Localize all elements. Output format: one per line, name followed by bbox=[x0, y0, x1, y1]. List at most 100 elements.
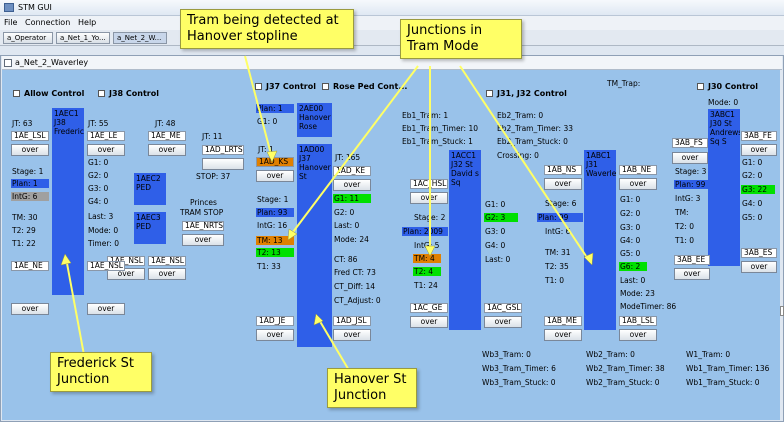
menu-connection[interactable]: Connection bbox=[25, 18, 70, 27]
j32-junction-block[interactable]: 1ACC1 J32 St David s Sq bbox=[449, 150, 481, 330]
j31-wb2-stuck: Wb2_Tram_Stuck: 0 bbox=[586, 378, 660, 387]
j32-ge-over-button[interactable]: over bbox=[410, 316, 448, 328]
j32-wb3-stuck: Wb3_Tram_Stuck: 0 bbox=[482, 378, 556, 387]
j38-jt2: JT: 55 bbox=[88, 119, 109, 128]
j38-jt3: JT: 48 bbox=[155, 119, 176, 128]
j38-tm: TM: 30 bbox=[12, 213, 38, 222]
j38-t2: T2: 29 bbox=[12, 226, 36, 235]
j31-mode: Mode: 23 bbox=[620, 289, 655, 298]
j37-jt1: JT: 1 bbox=[258, 145, 274, 154]
j30-fs-over-button[interactable]: over bbox=[672, 152, 708, 164]
j30-ee-over-button[interactable]: over bbox=[674, 268, 710, 280]
tab-operator[interactable]: a_Operator bbox=[3, 32, 53, 44]
j32-g4: G4: 0 bbox=[485, 241, 506, 250]
j32-last: Last: 0 bbox=[485, 255, 511, 264]
j38-me-over-button[interactable]: over bbox=[148, 144, 186, 156]
j30-wb1-stuck: Wb1_Tram_Stuck: 0 bbox=[686, 378, 760, 387]
j31-j32-control-label: J31, J32 Control bbox=[497, 89, 567, 98]
j37-lrts-over-button[interactable] bbox=[202, 158, 244, 170]
j32-gsl-over-button[interactable]: over bbox=[484, 316, 522, 328]
j38-lsl-over-button[interactable]: over bbox=[11, 144, 49, 156]
j38-ne-over-button[interactable]: over bbox=[11, 303, 49, 315]
j37-jt: JT: 11 bbox=[202, 132, 223, 141]
j37-jsl-over-button[interactable]: over bbox=[333, 329, 371, 341]
j38-g4: G4: 0 bbox=[88, 197, 109, 206]
j37-junction-block[interactable]: 1AD00 J37 Hanover St bbox=[297, 144, 332, 347]
j37-ct-diff: CT_Diff: 14 bbox=[334, 282, 376, 291]
j38-princes-label: Princes bbox=[190, 198, 217, 207]
j32-detector-gsl: 1AC_GSL bbox=[484, 303, 522, 313]
rose-ped-control-checkbox[interactable] bbox=[322, 83, 329, 90]
j32-t2: T2: 4 bbox=[413, 267, 441, 276]
j30-control-label: J30 Control bbox=[708, 82, 758, 91]
j37-detector-ke: 1AD_KE bbox=[333, 166, 371, 176]
j38-plan: Plan: 1 bbox=[11, 179, 49, 188]
tab-net-2[interactable]: a_Net_2_W... bbox=[113, 32, 167, 44]
menu-file[interactable]: File bbox=[4, 18, 17, 27]
j38-junction-block[interactable]: 1AEC1 J38 Frederick bbox=[52, 108, 84, 295]
j37-ks-over-button[interactable]: over bbox=[256, 170, 294, 182]
j32-g3: G3: 0 bbox=[485, 227, 506, 236]
title-bar: STM GUI bbox=[0, 0, 784, 16]
j30-es-over-button[interactable]: over bbox=[741, 261, 777, 273]
j37-rose-ped-block[interactable]: 2AE00 Hanover Rose bbox=[297, 103, 332, 137]
j31-g1: G1: 0 bbox=[620, 195, 641, 204]
j38-nsl-b-over-button[interactable]: over bbox=[148, 268, 186, 280]
j30-fe-over-button[interactable]: over bbox=[741, 144, 777, 156]
window-title: STM GUI bbox=[18, 3, 52, 12]
j37-g1-top: G1: 0 bbox=[257, 117, 278, 126]
j31-me-over-button[interactable]: over bbox=[544, 329, 582, 341]
j38-t1: T1: 22 bbox=[12, 239, 36, 248]
j37-g2: G2: 0 bbox=[334, 208, 355, 217]
j38-g1: G1: 0 bbox=[88, 158, 109, 167]
j31-ne-over-button[interactable]: over bbox=[619, 178, 657, 190]
inner-frame-title: a_Net_2_Waverley bbox=[2, 56, 782, 70]
j31-lsl-over-button[interactable]: over bbox=[619, 329, 657, 341]
j32-g2: G2: 3 bbox=[484, 213, 518, 222]
allow-control-checkbox[interactable] bbox=[13, 90, 20, 97]
j32-hsl-over-button[interactable]: over bbox=[410, 192, 448, 204]
j38-nrts-over-button[interactable]: over bbox=[182, 234, 224, 246]
j32-wb3-timer: Wb3_Tram_Timer: 6 bbox=[482, 364, 556, 373]
j32-plan: Plan: 2009 bbox=[402, 227, 448, 236]
j38-control-checkbox[interactable] bbox=[98, 90, 105, 97]
j30-control-checkbox[interactable] bbox=[697, 83, 704, 90]
j31-ns-over-button[interactable]: over bbox=[544, 178, 582, 190]
j31-detector-ne: 1AB_NE bbox=[619, 165, 657, 175]
j37-ct: CT: 86 bbox=[334, 255, 358, 264]
j30-mode: Mode: 0 bbox=[708, 98, 739, 107]
j38-le-over-button[interactable]: over bbox=[87, 144, 125, 156]
j30-g2: G2: 0 bbox=[742, 171, 763, 180]
callout-frederick-st: Frederick St Junction bbox=[50, 352, 152, 392]
j30-t1: T1: 0 bbox=[675, 236, 695, 245]
scroll-indicator[interactable] bbox=[780, 306, 784, 316]
j38-g2: G2: 0 bbox=[88, 171, 109, 180]
j38-ped3-block[interactable]: 1AEC3 PED bbox=[134, 212, 166, 244]
allow-control-label: Allow Control bbox=[24, 89, 85, 98]
j38-nsl-c-over-button[interactable]: over bbox=[87, 303, 125, 315]
tab-net-1[interactable]: a_Net_1_Yo... bbox=[56, 32, 110, 44]
j32-t1: T1: 24 bbox=[414, 281, 438, 290]
frame-icon bbox=[4, 59, 12, 67]
j38-detector-lsl: 1AE_LSL bbox=[11, 131, 49, 141]
j30-g3: G3: 22 bbox=[741, 185, 775, 194]
j31-tm: TM: 31 bbox=[545, 248, 571, 257]
j38-g3: G3: 0 bbox=[88, 184, 109, 193]
j37-control-checkbox[interactable] bbox=[255, 83, 262, 90]
j38-detector-nsl-b: 1AE_NSL bbox=[148, 256, 186, 266]
j37-fred-ct: Fred CT: 73 bbox=[334, 268, 376, 277]
j30-w1-tram: W1_Tram: 0 bbox=[686, 350, 731, 359]
j30-plan: Plan: 99 bbox=[674, 180, 708, 189]
j31-junction-block[interactable]: 1ABC1 J31 Waverley bbox=[584, 150, 616, 330]
j30-junction-block[interactable]: 3ABC1 J30 St Andrews Sq S bbox=[708, 109, 740, 266]
j37-je-over-button[interactable]: over bbox=[256, 329, 294, 341]
j37-ke-over-button[interactable]: over bbox=[333, 179, 371, 191]
j31-g5: G5: 0 bbox=[620, 249, 641, 258]
j38-intg: IntG: 6 bbox=[11, 192, 49, 201]
j38-ped2-block[interactable]: 1AEC2 PED bbox=[134, 173, 166, 205]
j31-j32-control-checkbox[interactable] bbox=[486, 90, 493, 97]
j37-stop: STOP: 37 bbox=[196, 172, 231, 181]
menu-help[interactable]: Help bbox=[78, 18, 96, 27]
j30-g1: G1: 0 bbox=[742, 158, 763, 167]
tab-bar: a_Operator a_Net_1_Yo... a_Net_2_W... bbox=[0, 30, 784, 46]
